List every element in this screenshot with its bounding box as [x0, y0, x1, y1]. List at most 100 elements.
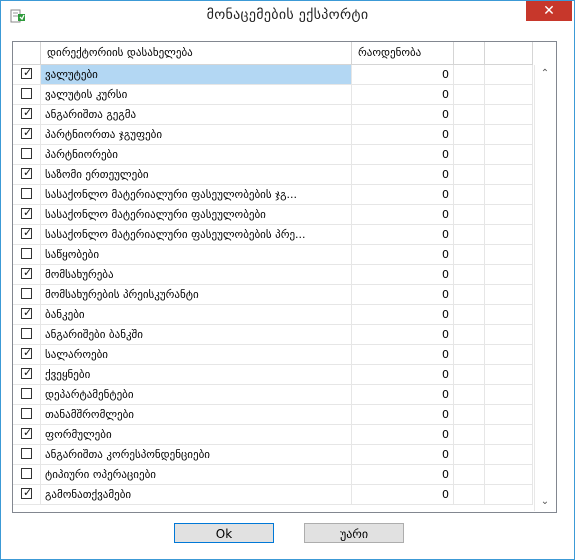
- row-extra-cell-1[interactable]: [454, 485, 485, 504]
- header-check-column[interactable]: [13, 42, 41, 64]
- row-count-cell[interactable]: 0: [352, 285, 454, 304]
- header-extra-column-2[interactable]: [485, 42, 533, 64]
- row-name-cell[interactable]: პარტნიორები: [41, 145, 352, 164]
- row-extra-cell-2[interactable]: [485, 485, 533, 504]
- header-name-column[interactable]: დირექტორიის დასახელება: [41, 42, 352, 64]
- row-extra-cell-1[interactable]: [454, 385, 485, 404]
- row-count-cell[interactable]: 0: [352, 245, 454, 264]
- row-extra-cell-1[interactable]: [454, 345, 485, 364]
- row-checkbox[interactable]: ✓: [21, 66, 32, 79]
- row-checkbox[interactable]: [21, 468, 32, 479]
- row-checkbox[interactable]: ✓: [21, 206, 32, 219]
- row-count-cell[interactable]: 0: [352, 325, 454, 344]
- row-name-cell[interactable]: სალაროები: [41, 345, 352, 364]
- row-count-cell[interactable]: 0: [352, 105, 454, 124]
- row-checkbox[interactable]: ✓: [21, 166, 32, 179]
- table-row[interactable]: ვალუტის კურსი 0: [13, 85, 533, 105]
- row-name-cell[interactable]: ფორმულები: [41, 425, 352, 444]
- ok-button[interactable]: Ok: [174, 523, 274, 543]
- row-extra-cell-2[interactable]: [485, 445, 533, 464]
- row-extra-cell-1[interactable]: [454, 165, 485, 184]
- row-extra-cell-2[interactable]: [485, 265, 533, 284]
- row-name-cell[interactable]: ვალუტის კურსი: [41, 85, 352, 104]
- table-row[interactable]: ✓ ფორმულები 0: [13, 425, 533, 445]
- table-row[interactable]: პარტნიორები 0: [13, 145, 533, 165]
- row-name-cell[interactable]: ანგარიშთა კორესპონდენციები: [41, 445, 352, 464]
- row-count-cell[interactable]: 0: [352, 345, 454, 364]
- row-extra-cell-2[interactable]: [485, 425, 533, 444]
- row-extra-cell-2[interactable]: [485, 105, 533, 124]
- row-extra-cell-1[interactable]: [454, 465, 485, 484]
- row-checkbox[interactable]: [21, 88, 32, 99]
- row-name-cell[interactable]: დეპარტამენტები: [41, 385, 352, 404]
- row-extra-cell-1[interactable]: [454, 305, 485, 324]
- row-checkbox[interactable]: ✓: [21, 426, 32, 439]
- row-name-cell[interactable]: მომსახურების პრეისკურანტი: [41, 285, 352, 304]
- row-checkbox[interactable]: ✓: [21, 126, 32, 139]
- row-count-cell[interactable]: 0: [352, 165, 454, 184]
- row-extra-cell-2[interactable]: [485, 405, 533, 424]
- row-count-cell[interactable]: 0: [352, 145, 454, 164]
- row-name-cell[interactable]: ანგარიშები ბანკში: [41, 325, 352, 344]
- row-extra-cell-2[interactable]: [485, 305, 533, 324]
- row-count-cell[interactable]: 0: [352, 365, 454, 384]
- row-extra-cell-2[interactable]: [485, 125, 533, 144]
- row-name-cell[interactable]: ტიპიური ოპერაციები: [41, 465, 352, 484]
- row-count-cell[interactable]: 0: [352, 385, 454, 404]
- row-checkbox[interactable]: [21, 448, 32, 459]
- row-extra-cell-2[interactable]: [485, 365, 533, 384]
- row-name-cell[interactable]: საწყობები: [41, 245, 352, 264]
- row-extra-cell-2[interactable]: [485, 385, 533, 404]
- row-count-cell[interactable]: 0: [352, 485, 454, 504]
- row-count-cell[interactable]: 0: [352, 425, 454, 444]
- chevron-down-icon[interactable]: ⌄: [535, 495, 555, 509]
- row-name-cell[interactable]: გამონათქვამები: [41, 485, 352, 504]
- row-extra-cell-2[interactable]: [485, 245, 533, 264]
- row-extra-cell-2[interactable]: [485, 85, 533, 104]
- table-row[interactable]: თანამშრომლები 0: [13, 405, 533, 425]
- row-extra-cell-2[interactable]: [485, 325, 533, 344]
- row-checkbox[interactable]: [21, 288, 32, 299]
- row-extra-cell-2[interactable]: [485, 205, 533, 224]
- row-count-cell[interactable]: 0: [352, 265, 454, 284]
- row-extra-cell-1[interactable]: [454, 405, 485, 424]
- table-row[interactable]: ✓ საზომი ერთეულები 0: [13, 165, 533, 185]
- row-extra-cell-2[interactable]: [485, 165, 533, 184]
- row-count-cell[interactable]: 0: [352, 205, 454, 224]
- row-count-cell[interactable]: 0: [352, 85, 454, 104]
- row-count-cell[interactable]: 0: [352, 65, 454, 84]
- row-checkbox[interactable]: [21, 408, 32, 419]
- header-count-column[interactable]: რაოდენობა: [352, 42, 454, 64]
- table-row[interactable]: ✓ სალაროები 0: [13, 345, 533, 365]
- row-extra-cell-2[interactable]: [485, 185, 533, 204]
- row-extra-cell-2[interactable]: [485, 65, 533, 84]
- row-extra-cell-1[interactable]: [454, 445, 485, 464]
- row-checkbox[interactable]: [21, 188, 32, 199]
- row-name-cell[interactable]: პარტნიორთა ჯგუფები: [41, 125, 352, 144]
- row-count-cell[interactable]: 0: [352, 305, 454, 324]
- row-name-cell[interactable]: ქვეყნები: [41, 365, 352, 384]
- row-checkbox[interactable]: ✓: [21, 306, 32, 319]
- row-name-cell[interactable]: მომსახურება: [41, 265, 352, 284]
- table-row[interactable]: ✓ ქვეყნები 0: [13, 365, 533, 385]
- row-count-cell[interactable]: 0: [352, 465, 454, 484]
- row-extra-cell-1[interactable]: [454, 325, 485, 344]
- table-row[interactable]: ✓ ანგარიშთა გეგმა 0: [13, 105, 533, 125]
- table-row[interactable]: ✓ მომსახურება 0: [13, 265, 533, 285]
- table-row[interactable]: ✓ სასაქონლო მატერიალური ფასეულობები 0: [13, 205, 533, 225]
- table-row[interactable]: საწყობები 0: [13, 245, 533, 265]
- row-extra-cell-1[interactable]: [454, 185, 485, 204]
- row-extra-cell-1[interactable]: [454, 225, 485, 244]
- vertical-scrollbar[interactable]: ⌃ ⌄: [534, 65, 555, 511]
- table-row[interactable]: ტიპიური ოპერაციები 0: [13, 465, 533, 485]
- row-extra-cell-1[interactable]: [454, 285, 485, 304]
- row-checkbox[interactable]: [21, 388, 32, 399]
- row-count-cell[interactable]: 0: [352, 405, 454, 424]
- row-checkbox[interactable]: [21, 328, 32, 339]
- close-button[interactable]: ✕: [526, 1, 572, 21]
- row-extra-cell-1[interactable]: [454, 145, 485, 164]
- row-extra-cell-1[interactable]: [454, 65, 485, 84]
- row-checkbox[interactable]: [21, 148, 32, 159]
- table-row[interactable]: ✓ სასაქონლო მატერიალური ფასეულობების პრე.…: [13, 225, 533, 245]
- table-row[interactable]: მომსახურების პრეისკურანტი 0: [13, 285, 533, 305]
